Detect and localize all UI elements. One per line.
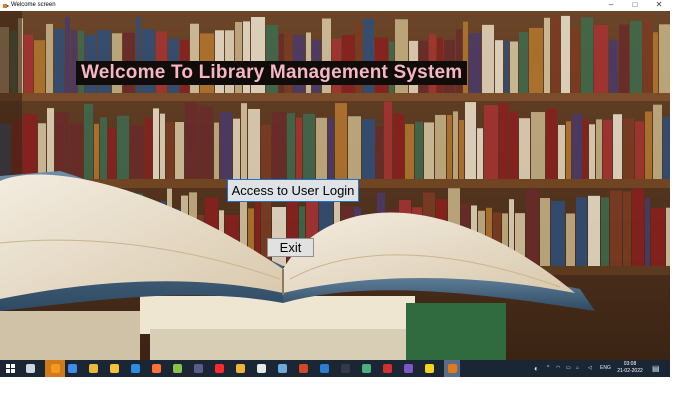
terminal-icon[interactable] [339, 362, 352, 375]
weather-icon[interactable]: ◐ [534, 360, 539, 377]
volume-icon[interactable]: ◁ [588, 360, 592, 377]
youtube-icon[interactable] [213, 362, 226, 375]
clock[interactable]: 03:08 21-02-2022 [615, 361, 645, 375]
firefox-icon[interactable] [150, 362, 163, 375]
acrobat-icon[interactable] [381, 362, 394, 375]
notification-icon[interactable]: ▤ [652, 360, 660, 377]
user-login-button[interactable]: Access to User Login [227, 179, 359, 202]
window-title: Welcome screen [11, 2, 56, 8]
chrome-alt-icon[interactable] [87, 362, 100, 375]
obs-icon[interactable] [192, 362, 205, 375]
file-explorer-icon[interactable] [108, 362, 121, 375]
java-app-icon[interactable] [444, 360, 460, 377]
task-view-icon[interactable] [24, 362, 37, 375]
language-indicator[interactable]: ENG [600, 360, 611, 377]
exit-button[interactable]: Exit [267, 238, 314, 257]
clock-date: 21-02-2022 [617, 368, 643, 374]
clock-time: 03:08 [623, 361, 637, 367]
file-icon[interactable] [255, 362, 268, 375]
tray-chevron-icon[interactable]: ^ [547, 360, 549, 377]
title-bar: Welcome screen – □ ✕ [0, 0, 670, 11]
minimize-button[interactable]: – [600, 0, 622, 11]
app-window: Welcome screen – □ ✕ Welcome To Library … [0, 0, 670, 377]
welcome-heading: Welcome To Library Management System [76, 61, 468, 85]
content-area: Welcome To Library Management System Acc… [0, 11, 670, 360]
maximize-button[interactable]: □ [624, 0, 646, 11]
powerpoint-icon[interactable] [297, 362, 310, 375]
notepad-icon[interactable] [171, 362, 184, 375]
visual-studio-icon[interactable] [402, 362, 415, 375]
network-tray-icon[interactable]: ⌂ [576, 360, 579, 377]
windows-start-icon[interactable] [4, 362, 17, 375]
store-icon[interactable] [318, 362, 331, 375]
wifi-icon[interactable]: ◠ [556, 360, 560, 377]
vscode-icon[interactable] [129, 362, 142, 375]
network-icon[interactable] [276, 362, 289, 375]
battery-icon[interactable]: ▭ [566, 360, 571, 377]
taskbar: ◐ ^ ◠ ▭ ⌂ ◁ ENG 03:08 21-02-2022 ▤ [0, 360, 670, 377]
chrome-icon[interactable] [45, 360, 65, 377]
sourcetree-icon[interactable] [360, 362, 373, 375]
java-cup-icon [3, 4, 9, 8]
chrome-profile-icon[interactable] [234, 362, 247, 375]
close-button[interactable]: ✕ [648, 0, 670, 11]
mail-icon[interactable] [66, 362, 79, 375]
sticky-notes-icon[interactable] [423, 362, 436, 375]
